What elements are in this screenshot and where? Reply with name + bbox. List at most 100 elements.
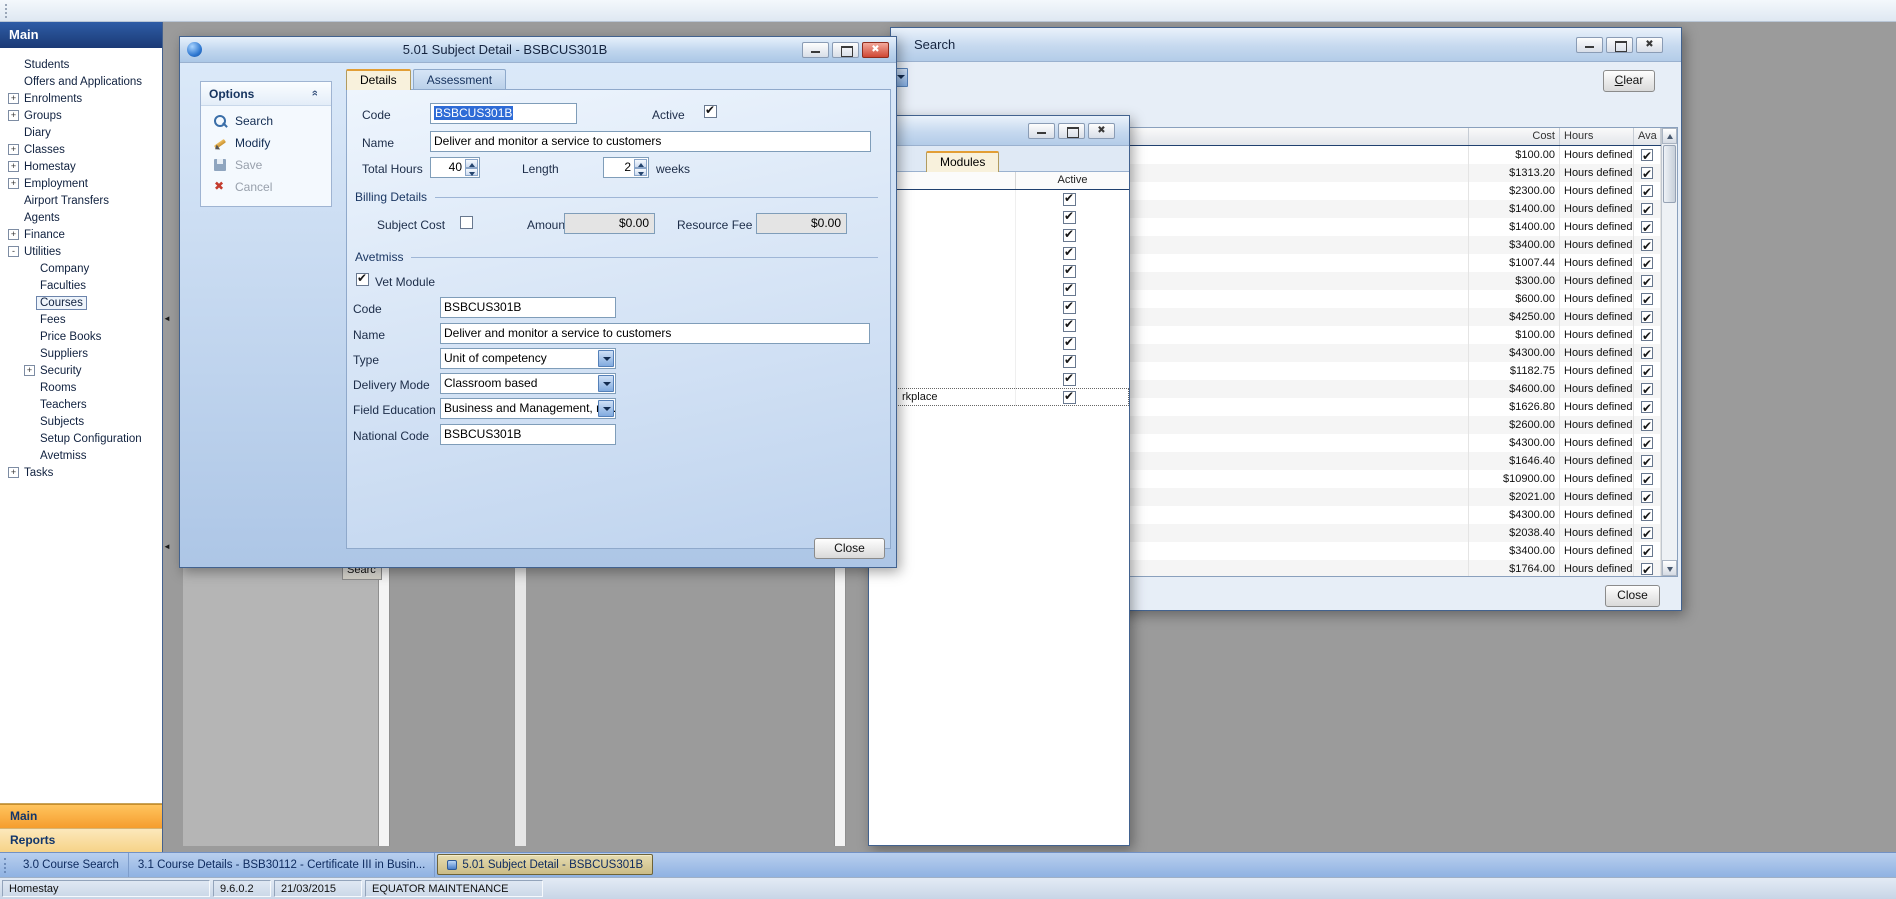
menu-item[interactable] (55, 8, 75, 14)
sidebar-tree-item[interactable]: Avetmiss (0, 447, 162, 464)
sidebar-tree-item[interactable]: + Classes (0, 141, 162, 158)
search-window-titlebar[interactable]: Search (891, 28, 1681, 62)
module-row[interactable] (869, 262, 1129, 280)
clear-button[interactable]: Clear (1603, 70, 1655, 92)
available-checkbox[interactable] (1641, 455, 1653, 467)
search-close-button[interactable]: Close (1605, 585, 1660, 607)
dialog-titlebar[interactable]: 5.01 Subject Detail - BSBCUS301B (180, 37, 896, 63)
sidebar-tree-item[interactable]: - Utilities (0, 243, 162, 260)
module-row[interactable] (869, 316, 1129, 334)
available-checkbox[interactable] (1641, 437, 1653, 449)
spin-up-icon[interactable] (465, 159, 478, 168)
sidebar-tree-item[interactable]: Setup Configuration (0, 430, 162, 447)
available-checkbox[interactable] (1641, 167, 1653, 179)
options-item[interactable]: Cancel (201, 176, 331, 198)
sidebar-tree-item[interactable]: Subjects (0, 413, 162, 430)
tree-expander-icon[interactable]: + (8, 161, 19, 172)
module-row[interactable] (869, 334, 1129, 352)
amount-input[interactable]: $0.00 (564, 213, 655, 234)
module-active-checkbox[interactable] (1063, 319, 1076, 332)
sidebar-tree-item[interactable]: Price Books (0, 328, 162, 345)
sidebar-tree-item[interactable]: + Security (0, 362, 162, 379)
menu-item[interactable] (35, 8, 55, 14)
avetmiss-code-input[interactable]: BSBCUS301B (440, 297, 616, 318)
modules-window-titlebar[interactable] (869, 116, 1129, 146)
module-row[interactable] (869, 190, 1129, 208)
available-checkbox[interactable] (1641, 545, 1653, 557)
minimize-button[interactable] (1028, 123, 1055, 139)
module-row[interactable] (869, 280, 1129, 298)
scroll-down-icon[interactable] (1662, 560, 1677, 576)
available-checkbox[interactable] (1641, 257, 1653, 269)
tree-expander-icon[interactable]: + (8, 229, 19, 240)
module-active-checkbox[interactable] (1063, 247, 1076, 260)
module-active-checkbox[interactable] (1063, 229, 1076, 242)
close-button[interactable] (1088, 123, 1115, 139)
available-checkbox[interactable] (1641, 365, 1653, 377)
available-checkbox[interactable] (1641, 275, 1653, 287)
options-item[interactable]: Search (201, 110, 331, 132)
vet-module-checkbox[interactable] (356, 273, 369, 286)
nav-reports-button[interactable]: Reports (0, 828, 162, 852)
type-select[interactable]: Unit of competency (440, 348, 616, 369)
menu-item[interactable] (15, 8, 35, 14)
module-active-checkbox[interactable] (1063, 265, 1076, 278)
available-checkbox[interactable] (1641, 329, 1653, 341)
sidebar-tree-item[interactable]: Agents (0, 209, 162, 226)
module-row[interactable] (869, 208, 1129, 226)
maximize-button[interactable] (832, 42, 859, 58)
spin-up-icon[interactable] (634, 159, 647, 168)
tab-assessment[interactable]: Assessment (413, 69, 506, 90)
sidebar-tree-item[interactable]: + Employment (0, 175, 162, 192)
sidebar-tree-item[interactable]: Teachers (0, 396, 162, 413)
dropdown-button[interactable] (598, 350, 614, 367)
available-checkbox[interactable] (1641, 383, 1653, 395)
scrollbar-thumb[interactable] (1663, 145, 1676, 203)
total-hours-input[interactable]: 40 (430, 157, 480, 178)
sidebar-tree-item[interactable]: Students (0, 56, 162, 73)
available-checkbox[interactable] (1641, 203, 1653, 215)
spin-down-icon[interactable] (465, 168, 478, 177)
delivery-mode-select[interactable]: Classroom based (440, 373, 616, 394)
module-row[interactable] (869, 298, 1129, 316)
available-checkbox[interactable] (1641, 239, 1653, 251)
modules-col-active[interactable]: Active (1016, 172, 1129, 189)
grid-col-cost[interactable]: Cost (1469, 128, 1560, 145)
tree-expander-icon[interactable]: + (8, 144, 19, 155)
tree-expander-icon[interactable]: - (8, 246, 19, 257)
minimize-button[interactable] (802, 42, 829, 58)
tree-expander-icon[interactable]: + (8, 178, 19, 189)
spin-down-icon[interactable] (634, 168, 647, 177)
grid-scrollbar[interactable] (1661, 128, 1677, 576)
avetmiss-name-input[interactable]: Deliver and monitor a service to custome… (440, 323, 870, 344)
resource-fee-input[interactable]: $0.00 (756, 213, 847, 234)
sidebar-collapse-arrow-icon[interactable] (163, 540, 173, 553)
sidebar-tree-item[interactable]: Company (0, 260, 162, 277)
available-checkbox[interactable] (1641, 311, 1653, 323)
collapse-chevron-icon[interactable] (311, 88, 323, 100)
toolbar-grip-icon[interactable] (5, 4, 9, 18)
module-active-checkbox[interactable] (1063, 211, 1076, 224)
tab-modules[interactable]: Modules (926, 151, 999, 172)
module-row[interactable] (869, 352, 1129, 370)
module-active-checkbox[interactable] (1063, 337, 1076, 350)
grid-col-available[interactable]: Ava (1634, 128, 1661, 145)
sidebar-tree-item[interactable]: Fees (0, 311, 162, 328)
tree-expander-icon[interactable]: + (8, 110, 19, 121)
dropdown-button[interactable] (598, 375, 614, 392)
nav-main-button[interactable]: Main (0, 804, 162, 828)
taskbar-tab[interactable]: 3.0 Course Search (14, 853, 129, 877)
sidebar-tree-item[interactable]: Faculties (0, 277, 162, 294)
sidebar-tree-item[interactable]: Diary (0, 124, 162, 141)
options-panel-header[interactable]: Options (201, 82, 331, 106)
name-input[interactable]: Deliver and monitor a service to custome… (430, 131, 871, 152)
sidebar-tree-item[interactable]: Airport Transfers (0, 192, 162, 209)
module-row[interactable] (869, 226, 1129, 244)
options-item[interactable]: Save (201, 154, 331, 176)
available-checkbox[interactable] (1641, 293, 1653, 305)
available-checkbox[interactable] (1641, 509, 1653, 521)
available-checkbox[interactable] (1641, 347, 1653, 359)
sidebar-tree-item[interactable]: + Enrolments (0, 90, 162, 107)
sidebar-tree-item[interactable]: Offers and Applications (0, 73, 162, 90)
maximize-button[interactable] (1058, 123, 1085, 139)
